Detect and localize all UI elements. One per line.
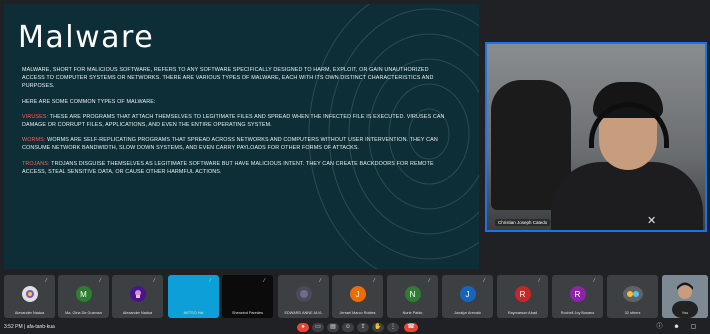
participant-tile[interactable]: M ⁄ Ma. Gina De Guzman	[58, 275, 109, 318]
participant-name: NETSO Hst	[183, 311, 204, 315]
captions-button[interactable]: ▤	[327, 323, 339, 332]
participant-name: Norie Pablo	[402, 311, 423, 315]
avatar: J	[349, 286, 366, 302]
mic-off-icon: ⁄	[210, 278, 211, 284]
participant-tile[interactable]: R ⁄ Rochell Joy Busano	[552, 275, 603, 318]
mic-off-icon: ⁄	[154, 278, 155, 284]
term-viruses: Viruses:	[22, 113, 49, 120]
avatar	[21, 286, 38, 302]
avatar: R	[569, 286, 586, 302]
participant-tile[interactable]: ⁄ NETSO Hst	[168, 275, 219, 318]
avatar: J	[459, 286, 476, 302]
participant-name: Jerrael Marco Robles	[339, 311, 376, 315]
text-worms: Worms are self-replicating programs that…	[22, 137, 438, 152]
end-call-button[interactable]: ☎	[404, 323, 418, 332]
participant-tile[interactable]: ⁄ Alexander Nadua	[112, 275, 163, 318]
avatar: R	[514, 286, 531, 302]
participant-tile[interactable]: ⁄ Sherwind Paredes	[222, 275, 273, 318]
camera-button[interactable]: ▭	[312, 323, 324, 332]
slide-item-viruses: Viruses: These are programs that attach …	[22, 113, 452, 129]
slide-list-intro: Here are some common types of malware:	[22, 98, 156, 105]
slide-title: Malware	[18, 20, 155, 55]
meeting-stage: Malware Malware, short for malicious sof…	[0, 0, 710, 334]
present-icon: ⇪	[360, 324, 366, 330]
camera-icon: ▭	[315, 324, 321, 330]
people-icon: ☻	[673, 324, 680, 330]
present-button[interactable]: ⇪	[357, 323, 369, 332]
avatar	[295, 286, 312, 302]
participant-name: Alexander Nadua	[122, 311, 153, 315]
others-tile[interactable]: 32 others	[607, 275, 658, 318]
avatar	[129, 286, 146, 302]
mic-off-icon: ⁄	[264, 278, 265, 284]
participant-tile[interactable]: ⁄ Alexander Nadua	[4, 275, 55, 318]
slide-item-trojans: Trojans: Trojans disguise themselves as …	[22, 160, 452, 176]
participant-tile[interactable]: J ⁄ Jerrael Marco Robles	[332, 275, 383, 318]
text-viruses: These are programs that attach themselve…	[22, 113, 445, 129]
slide-body: Malware, short for malicious software, r…	[22, 66, 452, 183]
info-button[interactable]: ⓘ	[655, 323, 664, 332]
participant-name: Raymarson Abad	[507, 311, 538, 315]
captions-icon: ▤	[330, 324, 336, 330]
others-avatars-icon	[622, 286, 643, 302]
mic-off-icon: ⁄	[539, 278, 540, 284]
more-options-button[interactable]: ⋮	[387, 323, 399, 332]
mic-off-icon: ⁄	[374, 278, 375, 284]
mic-off-icon: ⁄	[100, 278, 101, 284]
participant-strip: ⁄ Alexander Nadua M ⁄ Ma. Gina De Guzman…	[0, 275, 710, 321]
self-name: You	[681, 311, 689, 315]
text-trojans: Trojans disguise themselves as legitimat…	[22, 160, 434, 175]
participant-name: Ma. Gina De Guzman	[65, 311, 102, 315]
shirt-logo-icon: ✕	[647, 215, 657, 227]
raise-hand-icon: ✋	[374, 324, 382, 330]
mic-off-icon: ⁄	[46, 278, 47, 284]
mic-off-icon: ⁄	[429, 278, 430, 284]
term-trojans: Trojans:	[22, 160, 50, 167]
slide-intro: Malware, short for malicious software, r…	[22, 67, 434, 90]
others-count: 32 others	[624, 311, 641, 315]
emoji-icon: ☺	[344, 324, 352, 330]
mic-off-icon: ⁄	[594, 278, 595, 284]
meeting-time-code: 3:52 PM | afa-tanb-kua	[4, 324, 55, 330]
mic-button[interactable]: ●	[297, 323, 309, 332]
info-icon: ⓘ	[656, 324, 663, 330]
raise-hand-button[interactable]: ✋	[372, 323, 384, 332]
chat-button[interactable]: ▢	[689, 323, 698, 332]
people-button[interactable]: ☻	[672, 323, 681, 332]
participant-name: Alexander Nadua	[14, 311, 45, 315]
participant-tile[interactable]: R ⁄ Raymarson Abad	[497, 275, 548, 318]
mic-off-icon: ⁄	[484, 278, 485, 284]
speaker-video-tile[interactable]: ✕ Christian Joseph Catedo	[485, 42, 707, 232]
participant-name: EDWARD ANNE ALVL	[284, 311, 323, 315]
speaker-name-label: Christian Joseph Catedo	[495, 219, 551, 226]
participant-tile[interactable]: N ⁄ Norie Pablo	[387, 275, 438, 318]
slide-item-worms: Worms: Worms are self-replicating progra…	[22, 136, 452, 152]
participant-tile[interactable]: J ⁄ Jonalyn Arevalo	[442, 275, 493, 318]
participant-name: Rochell Joy Busano	[560, 311, 595, 315]
avatar: M	[75, 286, 92, 302]
end-call-icon: ☎	[407, 324, 415, 330]
avatar: N	[404, 286, 421, 302]
mic-icon: ●	[301, 324, 305, 330]
participant-tile[interactable]: ⁄ EDWARD ANNE ALVL	[278, 275, 329, 318]
presentation-slide: Malware Malware, short for malicious sof…	[4, 4, 479, 269]
chat-icon: ▢	[690, 324, 697, 330]
emoji-button[interactable]: ☺	[342, 323, 354, 332]
meeting-control-bar: 3:52 PM | afa-tanb-kua ● ▭ ▤ ☺ ⇪ ✋ ⋮ ☎ ⓘ…	[0, 321, 710, 334]
participant-name: Sherwind Paredes	[231, 311, 264, 315]
mic-off-icon: ⁄	[320, 278, 321, 284]
participant-name: Jonalyn Arevalo	[454, 311, 481, 315]
term-worms: Worms:	[22, 137, 46, 144]
self-video-tile[interactable]: You	[662, 275, 708, 318]
speaker-body	[551, 162, 703, 230]
more-icon: ⋮	[390, 324, 396, 330]
